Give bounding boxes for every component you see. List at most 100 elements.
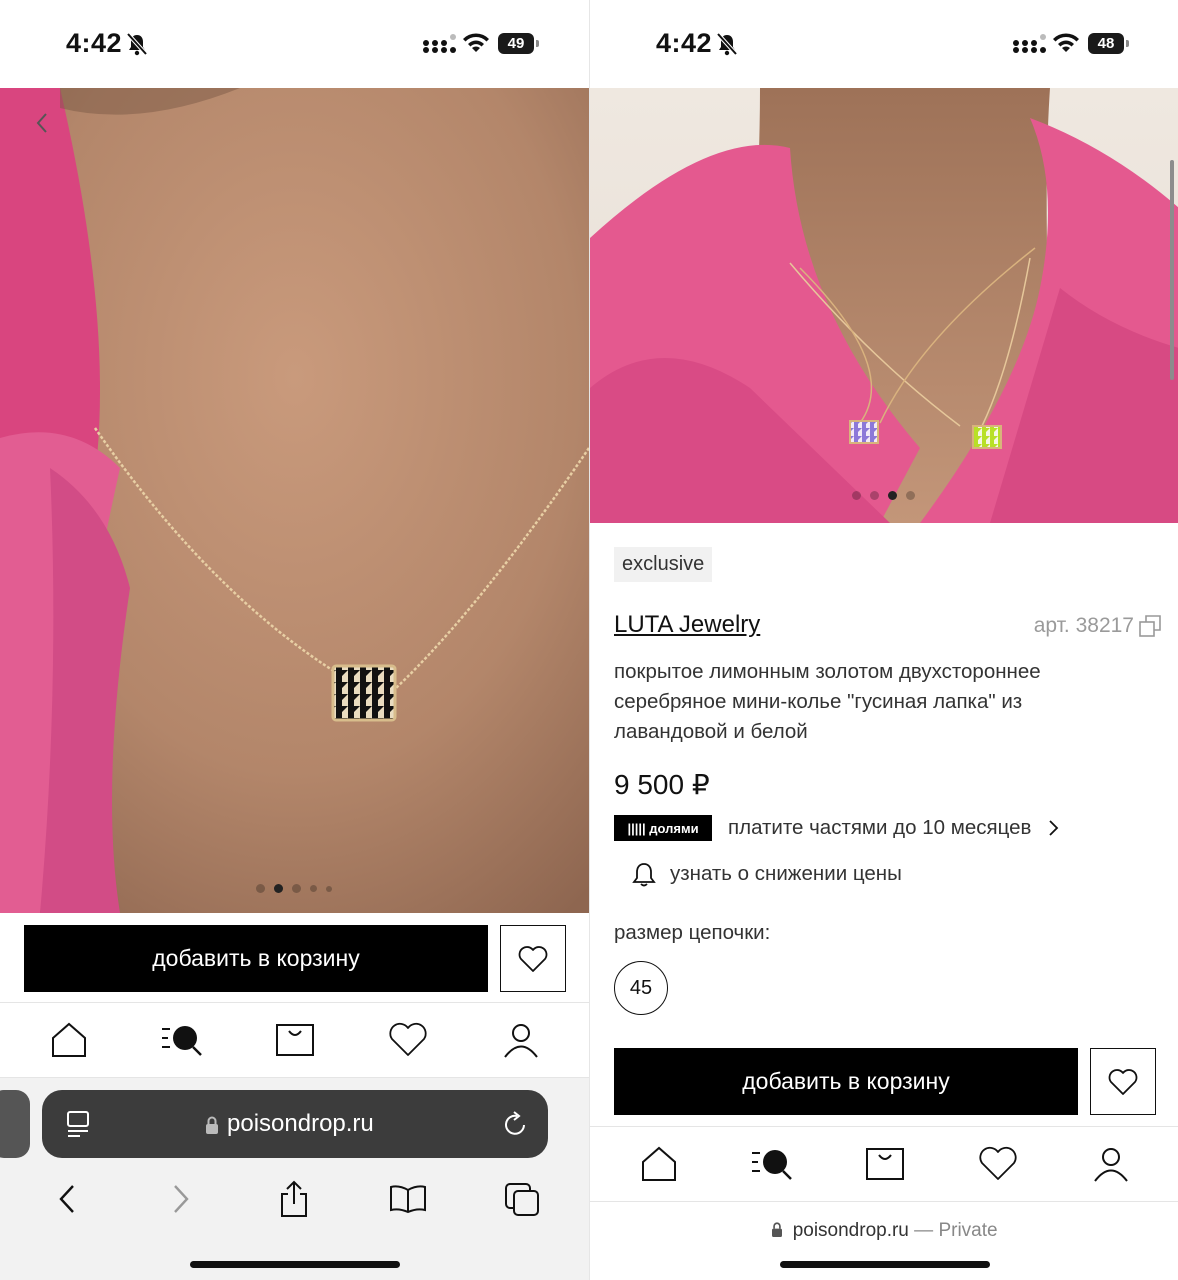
pagination-dot (256, 884, 265, 893)
nav-home[interactable] (634, 1142, 684, 1186)
back-chevron-icon[interactable] (34, 110, 50, 136)
product-photo[interactable] (590, 88, 1178, 523)
article-number[interactable]: арт. 38217 (1034, 614, 1162, 638)
address-bar-minimized[interactable]: poisondrop.ru — Private (590, 1220, 1178, 1242)
safari-tools (0, 1174, 589, 1224)
previous-tab-pill[interactable] (0, 1090, 30, 1158)
nav-home[interactable] (44, 1018, 94, 1062)
safari-minimized-bar[interactable]: poisondrop.ru — Private (590, 1204, 1178, 1280)
pagination-dot (310, 885, 317, 892)
necklace-closeup-image (0, 88, 589, 913)
cart-row: добавить в корзину (24, 925, 566, 992)
nav-catalog-search[interactable] (157, 1018, 207, 1062)
address-bar[interactable]: poisondrop.ru (42, 1090, 548, 1158)
nav-bag[interactable] (270, 1018, 320, 1062)
page-menu-icon[interactable] (66, 1110, 90, 1138)
home-indicator (780, 1261, 990, 1268)
installments-text: платите частями до 10 месяцев (728, 816, 1032, 839)
product-description: покрытое лимонным золотом двухстороннее … (614, 660, 1041, 743)
chevron-left-icon (59, 1185, 74, 1213)
installments-row[interactable]: ||||| долями платите частями до 10 месяц… (614, 815, 1059, 841)
favorite-button[interactable] (1090, 1048, 1156, 1115)
nav-favorites[interactable] (973, 1142, 1023, 1186)
scroll-indicator[interactable] (1170, 160, 1174, 380)
bookmarks-button[interactable] (388, 1179, 428, 1219)
battery-indicator: 48 (1088, 33, 1129, 54)
bottom-nav (590, 1126, 1178, 1202)
bell-muted-icon (126, 32, 148, 56)
tabs-icon (505, 1183, 540, 1216)
private-label: — Private (914, 1220, 998, 1241)
photo-pagination (852, 491, 915, 500)
nav-bag[interactable] (860, 1142, 910, 1186)
browser-forward-button[interactable] (161, 1179, 201, 1219)
bag-icon (275, 1024, 314, 1056)
pagination-dot-active (274, 884, 283, 893)
product-photo[interactable] (0, 88, 589, 913)
bottom-nav (0, 1002, 589, 1078)
status-bar: 4:42 48 (590, 0, 1178, 88)
status-time: 4:42 (66, 28, 123, 58)
profile-icon (503, 1024, 538, 1058)
bell-icon (632, 863, 656, 887)
add-to-cart-button[interactable]: добавить в корзину (24, 925, 488, 992)
wifi-icon (1053, 33, 1079, 52)
product-price: 9 500 ₽ (614, 769, 710, 800)
exclusive-badge: exclusive (614, 547, 713, 582)
lock-icon (206, 1116, 218, 1134)
article-text: арт. 38217 (1033, 614, 1134, 637)
left-screen: 4:42 49 добавить в корзину poisondrop.ru (0, 0, 589, 1280)
status-time: 4:42 (656, 28, 713, 58)
pagination-dot (326, 885, 332, 892)
status-bar: 4:42 49 (0, 0, 589, 88)
pagination-dot (870, 491, 879, 500)
share-button[interactable] (274, 1179, 314, 1219)
tabs-button[interactable] (502, 1179, 542, 1219)
share-icon (281, 1180, 308, 1217)
bag-icon (865, 1148, 904, 1180)
price-alert-text: узнать о снижении цены (670, 862, 902, 885)
battery-indicator: 49 (498, 33, 539, 54)
nav-profile[interactable] (1086, 1142, 1136, 1186)
heart-icon (518, 945, 548, 972)
safari-toolbar: poisondrop.ru (0, 1078, 589, 1280)
nav-profile[interactable] (496, 1018, 546, 1062)
home-indicator (190, 1261, 400, 1268)
home-icon (641, 1146, 676, 1181)
catalog-search-icon (751, 1150, 792, 1180)
cart-row: добавить в корзину (614, 1048, 1156, 1115)
heart-icon (1108, 1068, 1138, 1095)
url-text: poisondrop.ru (792, 1220, 909, 1241)
catalog-search-icon (161, 1026, 202, 1056)
pagination-dot-active (888, 491, 897, 500)
nav-favorites[interactable] (383, 1018, 433, 1062)
model-necklaces-image (590, 88, 1178, 523)
heart-icon (388, 1022, 427, 1056)
price-alert-link[interactable]: узнать о снижении цены (632, 861, 902, 887)
wifi-icon (463, 33, 489, 52)
reload-icon[interactable] (502, 1110, 528, 1138)
pagination-dot (292, 884, 301, 893)
copy-icon[interactable] (1138, 614, 1162, 638)
chevron-right-icon (173, 1185, 189, 1213)
dolyami-badge: ||||| долями (614, 815, 712, 841)
bookmarks-icon (390, 1185, 427, 1214)
chevron-right-icon (1049, 820, 1059, 836)
browser-back-button[interactable] (47, 1179, 87, 1219)
add-to-cart-button[interactable]: добавить в корзину (614, 1048, 1078, 1115)
photo-pagination (256, 884, 332, 893)
chain-size-label: размер цепочки: (614, 921, 771, 944)
pagination-dot (906, 491, 915, 500)
heart-icon (978, 1146, 1017, 1180)
profile-icon (1093, 1148, 1128, 1182)
signal-icon (1013, 34, 1046, 53)
right-screen: 4:42 48 exclusive LUTA Jewelry арт. 3821… (589, 0, 1178, 1280)
lock-icon (772, 1222, 783, 1237)
favorite-button[interactable] (500, 925, 566, 992)
nav-catalog-search[interactable] (747, 1142, 797, 1186)
signal-icon (423, 34, 456, 53)
home-icon (51, 1022, 86, 1057)
size-option-chip[interactable]: 45 (614, 961, 668, 1015)
url-text: poisondrop.ru (227, 1110, 374, 1137)
brand-link[interactable]: LUTA Jewelry (614, 611, 760, 639)
